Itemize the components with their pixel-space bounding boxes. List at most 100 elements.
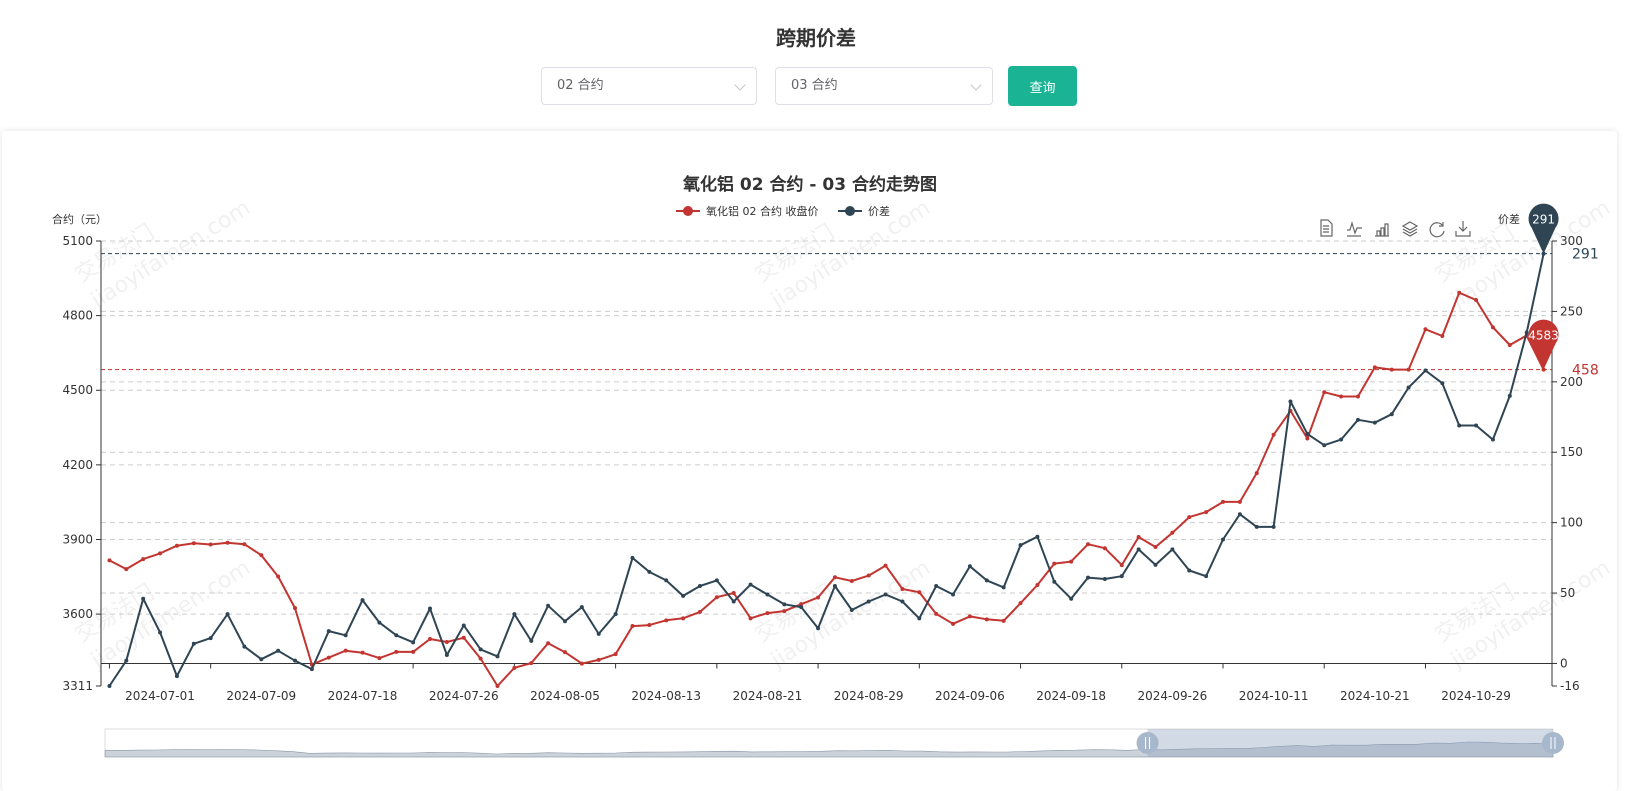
data-point[interactable] [967,614,972,619]
data-point[interactable] [697,584,702,589]
data-point[interactable] [1018,543,1023,548]
data-point[interactable] [1001,618,1006,623]
data-point[interactable] [681,593,686,598]
data-point[interactable] [849,579,854,584]
data-point[interactable] [1339,394,1344,399]
data-point[interactable] [596,657,601,662]
data-point[interactable] [259,553,264,558]
data-point[interactable] [411,640,416,645]
data-point[interactable] [478,656,483,661]
data-point[interactable] [1389,367,1394,372]
data-point[interactable] [1372,365,1377,370]
bar-chart-icon[interactable] [1375,223,1389,237]
data-point[interactable] [1474,423,1479,428]
data-point[interactable] [630,555,635,560]
data-point[interactable] [1119,574,1124,579]
data-point[interactable] [343,648,348,653]
data-point[interactable] [1237,499,1242,504]
data-point[interactable] [444,639,449,644]
data-point[interactable] [107,684,112,688]
line-chart-icon[interactable] [1347,220,1362,237]
data-point[interactable] [1474,297,1479,302]
data-point[interactable] [360,650,365,655]
data-point[interactable] [107,558,112,563]
data-point[interactable] [748,616,753,621]
data-point[interactable] [748,582,753,587]
legend-marker[interactable] [683,206,693,216]
data-point[interactable] [377,620,382,625]
data-point[interactable] [1355,394,1360,399]
data-point[interactable] [276,574,281,579]
data-point[interactable] [934,584,939,589]
data-point[interactable] [428,606,433,611]
data-point[interactable] [765,611,770,616]
data-point[interactable] [1271,432,1276,437]
data-point[interactable] [1170,530,1175,535]
data-point[interactable] [1035,583,1040,588]
data-point[interactable] [343,633,348,638]
data-point[interactable] [1052,579,1057,584]
data-point[interactable] [1490,325,1495,330]
data-point[interactable] [377,656,382,661]
data-point[interactable] [1069,559,1074,564]
data-point[interactable] [613,652,618,657]
data-view-icon[interactable] [1320,219,1333,237]
data-point[interactable] [124,658,129,663]
data-point[interactable] [1322,390,1327,395]
data-point[interactable] [1153,562,1158,567]
data-point[interactable] [394,649,399,654]
restore-icon[interactable] [1429,222,1445,238]
data-point[interactable] [765,592,770,597]
data-point[interactable] [1423,368,1428,373]
data-point[interactable] [1001,585,1006,590]
data-point[interactable] [664,618,669,623]
data-point[interactable] [174,543,179,548]
data-point[interactable] [225,540,230,545]
data-point[interactable] [579,605,584,610]
data-point[interactable] [461,623,466,628]
data-point[interactable] [1119,563,1124,568]
data-point[interactable] [394,633,399,638]
data-point[interactable] [951,592,956,597]
data-point[interactable] [1220,537,1225,542]
data-point[interactable] [242,542,247,547]
data-point[interactable] [1069,596,1074,601]
data-point[interactable] [984,578,989,583]
data-point[interactable] [782,609,787,614]
data-point[interactable] [293,606,298,611]
data-point[interactable] [191,641,196,646]
data-point[interactable] [1254,524,1259,529]
data-point[interactable] [1440,334,1445,339]
data-point[interactable] [1406,367,1411,372]
data-point[interactable] [579,661,584,666]
data-point[interactable] [832,584,837,589]
data-point[interactable] [782,602,787,607]
data-point[interactable] [1136,547,1141,552]
data-point[interactable] [1457,290,1462,295]
data-point[interactable] [1204,574,1209,579]
data-point[interactable] [866,573,871,578]
data-point[interactable] [276,648,281,653]
data-point[interactable] [613,612,618,617]
data-point[interactable] [191,541,196,546]
data-point[interactable] [529,661,534,666]
data-point[interactable] [883,592,888,597]
data-point[interactable] [1389,412,1394,417]
data-point[interactable] [714,578,719,583]
data-point[interactable] [1187,515,1192,520]
data-point[interactable] [1170,547,1175,552]
data-point[interactable] [326,629,331,634]
data-point[interactable] [596,631,601,636]
data-point[interactable] [495,684,500,688]
data-point[interactable] [866,599,871,604]
data-point[interactable] [664,578,669,583]
data-point[interactable] [816,595,821,600]
data-point[interactable] [883,563,888,568]
data-point[interactable] [1086,542,1091,547]
data-point[interactable] [1187,568,1192,573]
data-point[interactable] [647,623,652,628]
data-point[interactable] [917,590,922,595]
data-point[interactable] [1305,431,1310,436]
data-point[interactable] [495,654,500,659]
data-point[interactable] [259,657,264,662]
